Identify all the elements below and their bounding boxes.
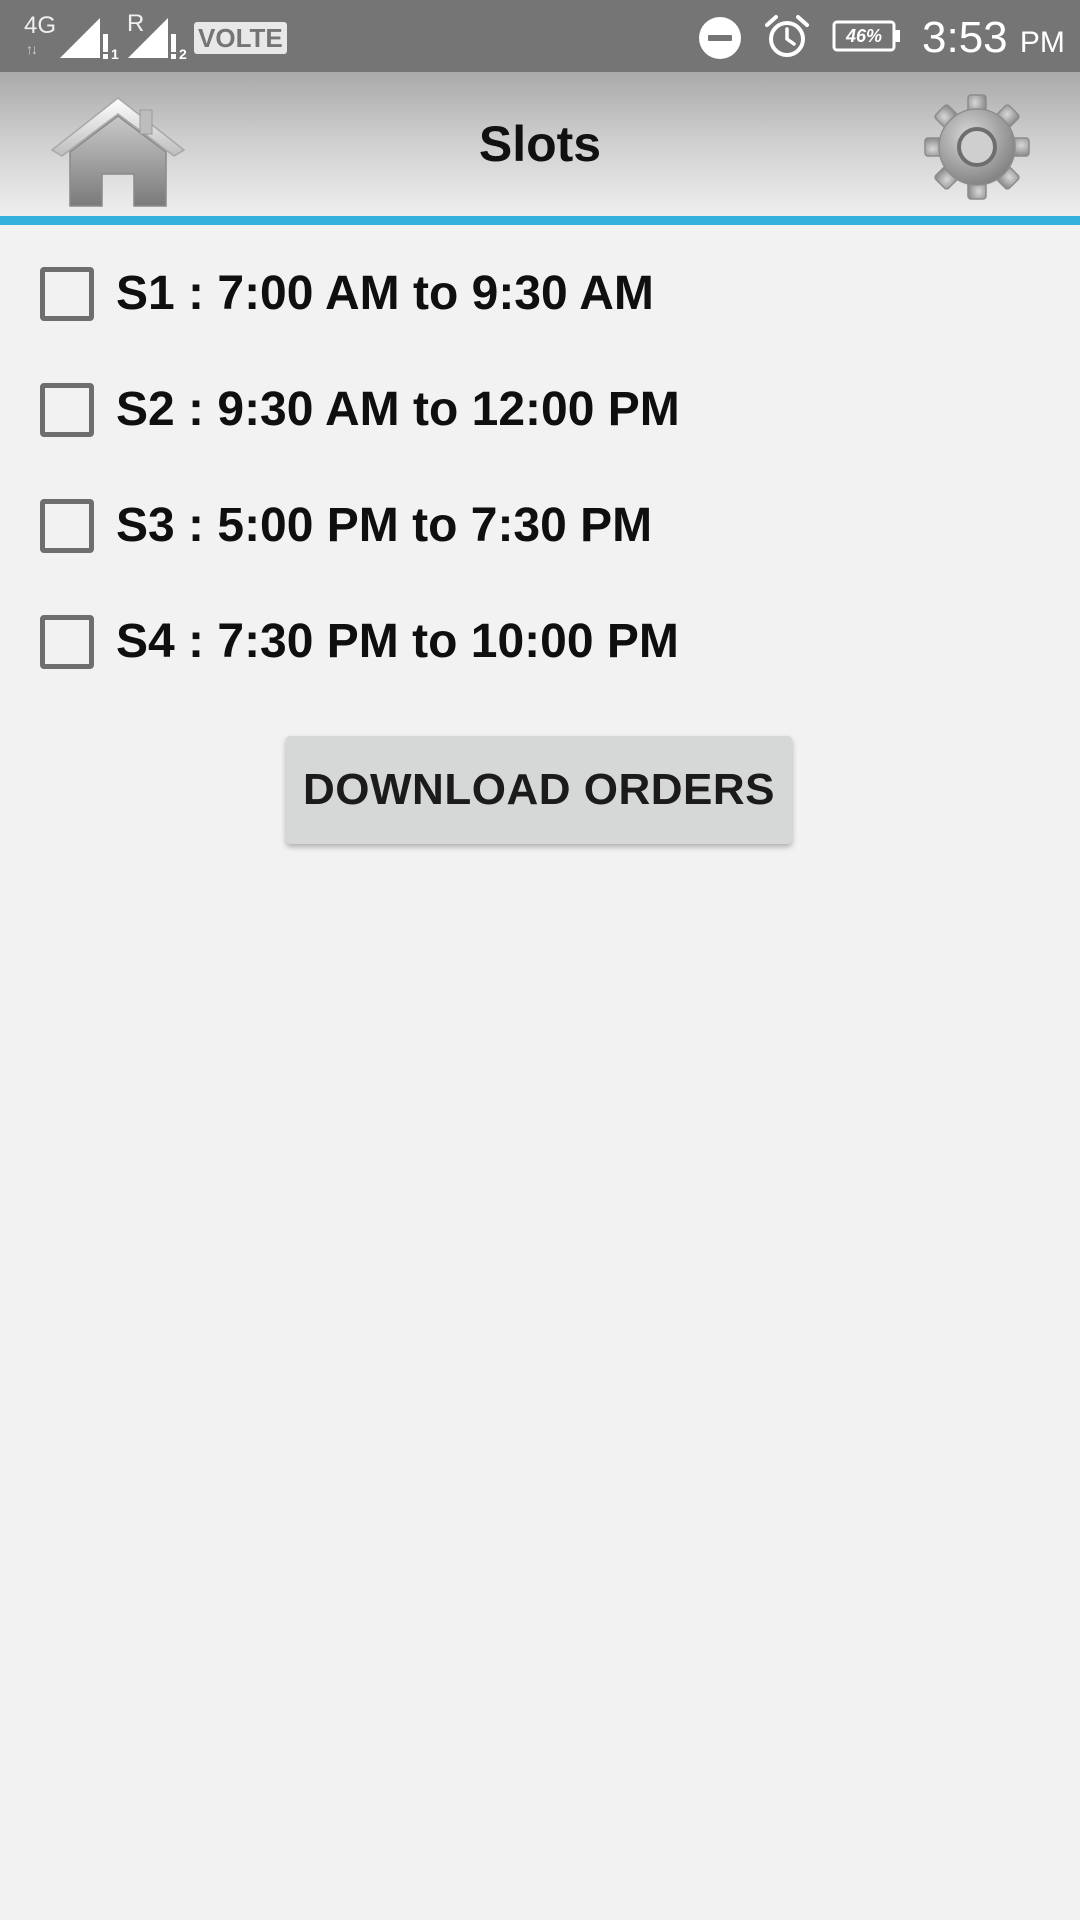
slot-checkbox-s3[interactable] [40,499,94,553]
slot-row-s4[interactable]: S4 : 7:30 PM to 10:00 PM [0,584,1080,700]
slot-row-s3[interactable]: S3 : 5:00 PM to 7:30 PM [0,468,1080,584]
status-bar: 4G ↑↓ 1 R 2 VOLTE 46% 3:53 PM [0,0,1080,72]
slot-label-s3[interactable]: S3 : 5:00 PM to 7:30 PM [116,494,652,558]
sim2-slot-label: 2 [179,46,187,60]
clock-period: PM [1019,26,1065,59]
home-button[interactable] [48,94,188,210]
header-accent-line [0,216,1080,225]
slot-row-s2[interactable]: S2 : 9:30 AM to 12:00 PM [0,352,1080,468]
slot-checkbox-s4[interactable] [40,615,94,669]
signal-sim2-icon: 2 [128,18,187,60]
slot-checkbox-s1[interactable] [40,267,94,321]
page-title: Slots [478,116,602,172]
slot-list: S1 : 7:00 AM to 9:30 AM S2 : 9:30 AM to … [0,236,1080,700]
gear-icon [924,94,1030,200]
network-activity-icon: 4G ↑↓ [24,12,57,57]
alarm-icon [765,15,809,57]
slot-checkbox-s2[interactable] [40,383,94,437]
clock-time: 3:53 [922,13,1008,62]
slot-label-s1[interactable]: S1 : 7:00 AM to 9:30 AM [116,262,654,326]
dnd-icon [699,17,741,59]
sim1-slot-label: 1 [111,46,119,60]
battery-percent: 46% [845,26,883,46]
home-icon [50,97,186,207]
slot-row-s1[interactable]: S1 : 7:00 AM to 9:30 AM [0,236,1080,352]
battery-icon: 46% [832,20,902,52]
action-bar: Slots [0,72,1080,216]
download-orders-button[interactable]: DOWNLOAD ORDERS [286,736,792,844]
status-clock: 3:53 PM [922,10,1065,71]
slot-label-s4[interactable]: S4 : 7:30 PM to 10:00 PM [116,610,679,674]
slot-label-s2[interactable]: S2 : 9:30 AM to 12:00 PM [116,378,680,442]
settings-button[interactable] [920,90,1034,204]
network-type-label: 4G [24,12,57,39]
signal-sim1-icon: 1 [60,18,119,60]
volte-badge: VOLTE [194,22,287,54]
